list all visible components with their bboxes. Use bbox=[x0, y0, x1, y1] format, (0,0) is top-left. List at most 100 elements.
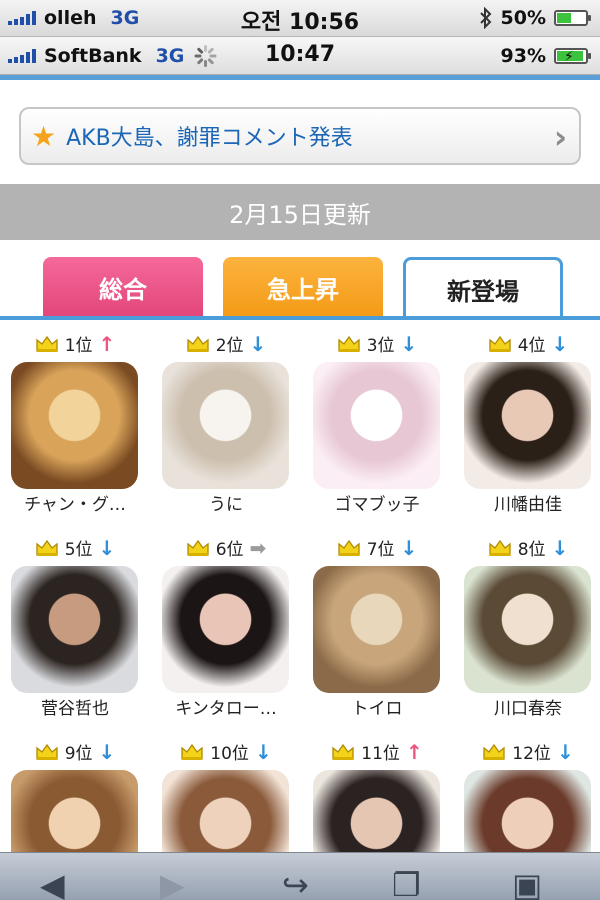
network-label: 3G bbox=[155, 44, 185, 67]
profile-thumbnail[interactable] bbox=[464, 566, 591, 693]
rank-row: 2位 ↓ bbox=[151, 331, 301, 356]
item-name[interactable]: 川口春奈 bbox=[453, 694, 600, 719]
crown-icon bbox=[488, 538, 512, 558]
rank-label: 4位 bbox=[517, 336, 546, 356]
ranking-item[interactable]: 1位 ↑ チャン・グ… bbox=[0, 322, 150, 526]
profile-thumbnail[interactable] bbox=[162, 362, 289, 489]
crown-icon bbox=[337, 538, 361, 558]
rank-label: 9位 bbox=[64, 744, 93, 764]
rank-row: 1位 ↑ bbox=[0, 331, 150, 356]
crown-icon bbox=[35, 538, 59, 558]
network-label: 3G bbox=[110, 7, 140, 29]
item-name[interactable]: うに bbox=[151, 490, 301, 515]
rank-row: 6位 ➡ bbox=[151, 535, 301, 560]
back-icon[interactable]: ◀ bbox=[40, 869, 65, 900]
forward-icon[interactable]: ▶ bbox=[160, 869, 185, 900]
update-date-bar: 2月15日更新 bbox=[0, 184, 600, 240]
profile-thumbnail[interactable] bbox=[313, 566, 440, 693]
item-name[interactable]: チャン・グ… bbox=[0, 490, 150, 515]
arrow-down-icon: ↓ bbox=[249, 331, 267, 356]
rank-row: 10位 ↓ bbox=[151, 739, 301, 764]
rank-label: 10位 bbox=[210, 744, 249, 764]
crown-icon bbox=[35, 334, 59, 354]
arrow-right-icon: ➡ bbox=[249, 535, 267, 560]
rank-label: 5位 bbox=[64, 540, 93, 560]
rank-row: 3位 ↓ bbox=[302, 331, 452, 356]
rank-row: 5位 ↓ bbox=[0, 535, 150, 560]
rank-row: 4位 ↓ bbox=[453, 331, 600, 356]
profile-thumbnail[interactable] bbox=[162, 566, 289, 693]
news-headline[interactable]: AKB大島、謝罪コメント発表 bbox=[66, 120, 353, 152]
battery-percent: 50% bbox=[500, 7, 546, 29]
battery-charging-icon: ⚡ bbox=[554, 47, 591, 65]
ranking-item[interactable]: 8位 ↓ 川口春奈 bbox=[453, 526, 600, 730]
rank-row: 12位 ↓ bbox=[453, 739, 600, 764]
item-name[interactable]: 菅谷哲也 bbox=[0, 694, 150, 719]
tab-new-entry[interactable]: 新登場 bbox=[403, 257, 563, 318]
rank-row: 11位 ↑ bbox=[302, 739, 452, 764]
profile-thumbnail[interactable] bbox=[313, 362, 440, 489]
item-name[interactable]: キンタロー… bbox=[151, 694, 301, 719]
battery-percent: 93% bbox=[500, 44, 546, 67]
crown-icon bbox=[180, 742, 204, 762]
tab-overall[interactable]: 総合 bbox=[43, 257, 203, 318]
profile-thumbnail[interactable] bbox=[11, 362, 138, 489]
rank-label: 11位 bbox=[361, 744, 400, 764]
arrow-down-icon: ↓ bbox=[400, 331, 418, 356]
signal-icon bbox=[8, 48, 36, 63]
arrow-up-icon: ↑ bbox=[98, 331, 116, 356]
tab-rising[interactable]: 急上昇 bbox=[223, 257, 383, 318]
rank-label: 6位 bbox=[215, 540, 244, 560]
rank-label: 3位 bbox=[366, 336, 395, 356]
ranking-item[interactable]: 5位 ↓ 菅谷哲也 bbox=[0, 526, 150, 730]
bluetooth-icon bbox=[479, 7, 491, 29]
rank-label: 8位 bbox=[517, 540, 546, 560]
header-strip bbox=[0, 75, 600, 80]
rank-label: 12位 bbox=[512, 744, 551, 764]
item-name[interactable]: ゴマブッ子 bbox=[302, 490, 452, 515]
news-banner[interactable]: ★ AKB大島、謝罪コメント発表 › bbox=[19, 107, 581, 165]
arrow-down-icon: ↓ bbox=[254, 739, 272, 764]
status-bar-inner: SoftBank 3G 10:47 93% ⚡ bbox=[0, 37, 600, 75]
ranking-item[interactable]: 7位 ↓ トイロ bbox=[302, 526, 452, 730]
arrow-down-icon: ↓ bbox=[98, 739, 116, 764]
profile-thumbnail[interactable] bbox=[464, 362, 591, 489]
share-icon[interactable]: ↪ bbox=[282, 869, 309, 900]
ranking-item[interactable]: 3位 ↓ ゴマブッ子 bbox=[302, 322, 452, 526]
rank-label: 1位 bbox=[64, 336, 93, 356]
ranking-item[interactable]: 2位 ↓ うに bbox=[151, 322, 301, 526]
chevron-right-icon: › bbox=[553, 118, 567, 156]
item-name[interactable]: トイロ bbox=[302, 694, 452, 719]
ranking-item[interactable]: 4位 ↓ 川幡由佳 bbox=[453, 322, 600, 526]
star-icon: ★ bbox=[31, 119, 57, 153]
arrow-down-icon: ↓ bbox=[556, 739, 574, 764]
crown-icon bbox=[488, 334, 512, 354]
ranking-item[interactable]: 6位 ➡ キンタロー… bbox=[151, 526, 301, 730]
carrier-label: SoftBank bbox=[44, 44, 142, 67]
browser-toolbar: ◀ ▶ ↪ ❐ ▣ bbox=[0, 852, 600, 900]
profile-thumbnail[interactable] bbox=[11, 566, 138, 693]
crown-icon bbox=[186, 334, 210, 354]
rank-row: 8位 ↓ bbox=[453, 535, 600, 560]
rank-row: 7位 ↓ bbox=[302, 535, 452, 560]
battery-icon bbox=[554, 10, 591, 26]
arrow-down-icon: ↓ bbox=[551, 331, 569, 356]
crown-icon bbox=[337, 334, 361, 354]
signal-icon bbox=[8, 11, 36, 25]
activity-spinner-icon bbox=[194, 44, 217, 67]
rank-row: 9位 ↓ bbox=[0, 739, 150, 764]
carrier-label: olleh bbox=[44, 7, 97, 29]
arrow-down-icon: ↓ bbox=[551, 535, 569, 560]
crown-icon bbox=[482, 742, 506, 762]
app-screen: olleh 3G 오전 10:56 50% SoftBank 3G 10:47 … bbox=[0, 0, 600, 900]
crown-icon bbox=[35, 742, 59, 762]
tabs-underline bbox=[0, 316, 600, 320]
tabs-icon[interactable]: ▣ bbox=[512, 869, 542, 900]
bookmarks-icon[interactable]: ❐ bbox=[392, 869, 421, 900]
arrow-down-icon: ↓ bbox=[400, 535, 418, 560]
item-name[interactable]: 川幡由佳 bbox=[453, 490, 600, 515]
rank-label: 2位 bbox=[215, 336, 244, 356]
status-bar-outer: olleh 3G 오전 10:56 50% bbox=[0, 0, 600, 37]
rank-label: 7位 bbox=[366, 540, 395, 560]
crown-icon bbox=[331, 742, 355, 762]
